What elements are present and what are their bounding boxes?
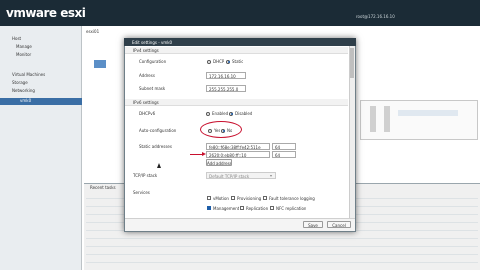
- services-label: Services: [133, 190, 150, 195]
- nav-networking[interactable]: Networking: [0, 88, 82, 95]
- ipv4-address-input[interactable]: 172.16.16.10: [206, 72, 246, 79]
- ipv6-prefix-value-1: 64: [275, 145, 281, 150]
- nic-icon: [94, 60, 106, 68]
- ipv6-section[interactable]: IPv6 settings: [125, 99, 348, 106]
- add-address-button[interactable]: Add address: [206, 159, 232, 166]
- dhcpv6-label: DHCPv6: [139, 111, 156, 116]
- nav-label: Virtual Machines: [12, 72, 46, 77]
- management-checkbox[interactable]: [207, 206, 211, 210]
- table-row[interactable]: [86, 256, 478, 263]
- disabled-label: Disabled: [235, 111, 253, 116]
- nfc-replication-checkbox[interactable]: [270, 206, 274, 210]
- tcpip-stack-value: Default TCP/IP stack: [209, 174, 250, 179]
- dialog-title: Edit settings - vmk0: [132, 39, 173, 45]
- replication-checkbox[interactable]: [240, 206, 244, 210]
- nav-storage[interactable]: Storage: [0, 80, 82, 87]
- static-label: Static: [232, 59, 244, 64]
- dhcpv6-disabled-radio[interactable]: [229, 111, 233, 116]
- save-button[interactable]: Save: [303, 221, 323, 228]
- switch-icon: [370, 106, 376, 132]
- nav-virtual-machines[interactable]: Virtual Machines: [0, 72, 82, 79]
- autoconf-yes-radio[interactable]: [208, 128, 212, 133]
- port-icon: [398, 110, 458, 116]
- fault-tolerance-checkbox[interactable]: [263, 196, 267, 200]
- management-label: Management: [213, 205, 240, 211]
- address-label: Address: [139, 73, 155, 78]
- switch-icon: [384, 106, 390, 132]
- chevron-down-icon: [270, 174, 272, 177]
- no-label: No: [227, 128, 233, 133]
- table-row[interactable]: [86, 248, 478, 255]
- ipv6-address-input-2[interactable]: 2620:0:eb80:ff::10: [206, 151, 270, 158]
- nav-label: Monitor: [16, 52, 32, 57]
- ipv6-address-value-2: 2620:0:eb80:ff::10: [209, 153, 247, 158]
- topology-card: [360, 100, 478, 140]
- nav-label: Storage: [12, 80, 28, 85]
- tcpip-stack-label: TCP/IP stack: [133, 173, 158, 178]
- mouse-cursor-icon: [157, 163, 161, 168]
- yes-label: Yes: [214, 128, 221, 133]
- nav-vmk0-selected[interactable]: vmk0: [0, 98, 82, 105]
- table-row[interactable]: [86, 232, 478, 239]
- tcpip-stack-select[interactable]: Default TCP/IP stack: [206, 172, 276, 179]
- provisioning-checkbox[interactable]: [231, 196, 235, 200]
- nav-label: Host: [12, 36, 22, 41]
- enabled-label: Enabled: [212, 111, 229, 116]
- ipv6-prefix-value-2: 64: [275, 153, 281, 158]
- ipv6-address-input-1[interactable]: fe80::f68e:38ff:fe42:511e: [206, 143, 270, 150]
- edit-settings-dialog: [124, 38, 356, 232]
- ipv6-address-value-1: fe80::f68e:38ff:fe42:511e: [209, 145, 261, 150]
- static-radio[interactable]: [226, 59, 230, 64]
- table-row[interactable]: [86, 240, 478, 247]
- dhcp-label: DHCP: [213, 59, 225, 64]
- fault-tolerance-label: Fault tolerance logging: [269, 195, 315, 201]
- vmotion-checkbox[interactable]: [207, 196, 211, 200]
- cancel-button[interactable]: Cancel: [327, 221, 351, 228]
- subnet-mask-input[interactable]: 255.255.255.0: [206, 85, 246, 92]
- recent-tasks-title: Recent tasks: [90, 185, 116, 190]
- page-title: esxi01: [86, 29, 100, 34]
- nav-label: Manage: [16, 44, 32, 49]
- user-menu[interactable]: root@172.16.16.10: [356, 14, 395, 19]
- nav-monitor[interactable]: Monitor: [0, 52, 82, 59]
- configuration-label: Configuration: [139, 59, 167, 64]
- ipv4-section[interactable]: IPv4 settings: [125, 47, 348, 54]
- section-title: IPv6 settings: [133, 100, 159, 105]
- nav-host[interactable]: Host: [0, 36, 82, 43]
- vmotion-label: vMotion: [213, 195, 229, 201]
- navigator-pane: [0, 26, 82, 270]
- subnet-mask-value: 255.255.255.0: [209, 87, 239, 92]
- static-addresses-label: Static addresses: [139, 144, 172, 149]
- nfc-replication-label: NFC replication: [276, 205, 307, 211]
- section-title: IPv4 settings: [133, 48, 159, 53]
- ipv6-prefix-input-1[interactable]: 64: [272, 143, 296, 150]
- replication-label: Replication: [246, 205, 269, 211]
- scrollbar-thumb[interactable]: [350, 48, 354, 78]
- autoconf-no-radio[interactable]: [221, 128, 225, 133]
- ipv6-prefix-input-2[interactable]: 64: [272, 151, 296, 158]
- nav-label: Networking: [12, 88, 35, 93]
- app-logo: vmware esxi: [6, 6, 86, 20]
- ipv4-address-value: 172.16.16.10: [209, 74, 236, 79]
- autoconf-label: Auto-configuration: [139, 128, 177, 133]
- subnet-label: Subnet mask: [139, 86, 166, 91]
- provisioning-label: Provisioning: [237, 195, 262, 201]
- nav-label: vmk0: [20, 98, 32, 103]
- dhcp-radio[interactable]: [207, 59, 211, 64]
- nav-manage[interactable]: Manage: [0, 44, 82, 51]
- dhcpv6-enabled-radio[interactable]: [206, 111, 210, 116]
